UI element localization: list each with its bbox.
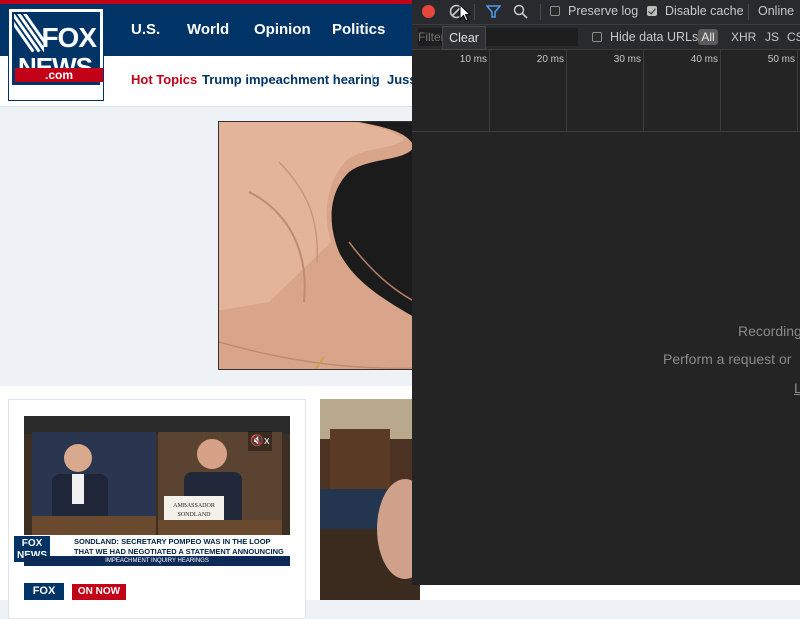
hot-topics-label: Hot Topics	[131, 72, 198, 87]
mute-icon[interactable]: 🔇x	[248, 431, 272, 451]
fox-news-logo[interactable]: FOX NEWS .com	[8, 8, 104, 101]
empty-state-title: Recording	[738, 323, 800, 339]
hearing-room-photo	[320, 399, 420, 600]
preserve-log-label[interactable]: Preserve log	[568, 4, 638, 18]
type-filter-xhr[interactable]: XHR	[731, 29, 756, 45]
timeline-gridline	[489, 50, 490, 131]
empty-state-link[interactable]: L	[794, 380, 800, 396]
search-icon[interactable]	[513, 4, 528, 19]
logo-stripes	[14, 14, 44, 54]
logo-word-fox: FOX	[41, 22, 97, 53]
timeline-tick-label: 20 ms	[536, 54, 564, 65]
throttling-select[interactable]: Online	[758, 4, 794, 18]
side-article-image[interactable]	[320, 399, 420, 600]
mouse-cursor-icon	[459, 4, 471, 22]
on-now-badge: ON NOW	[72, 584, 126, 600]
timeline-gridline	[797, 50, 798, 131]
timeline-tick-label: 50 ms	[767, 54, 795, 65]
hand-photo	[219, 122, 417, 369]
timeline-tick-label: 30 ms	[613, 54, 641, 65]
hot-topic-separator: |	[371, 72, 375, 87]
devtools-network-panel: Preserve log Disable cache Online Hide d…	[412, 0, 800, 585]
disable-cache-checkbox[interactable]	[647, 6, 657, 16]
hot-topic-link[interactable]: Trump impeachment hearing	[202, 72, 380, 87]
fox-logo-small: FOX	[24, 583, 64, 600]
nav-item-world[interactable]: World	[187, 4, 229, 56]
hide-data-urls-label[interactable]: Hide data URLs	[610, 30, 698, 44]
toolbar-divider	[748, 4, 749, 20]
hide-data-urls-checkbox[interactable]	[592, 32, 602, 42]
nav-item-politics[interactable]: Politics	[332, 4, 385, 56]
disable-cache-label[interactable]: Disable cache	[665, 4, 744, 18]
timeline-gridline	[566, 50, 567, 131]
hero-article-image[interactable]	[218, 121, 418, 370]
timeline-gridline	[643, 50, 644, 131]
toolbar-divider	[474, 4, 475, 20]
nav-item-us[interactable]: U.S.	[131, 4, 160, 56]
chyron-strip: IMPEACHMENT INQUIRY HEARINGS	[24, 556, 290, 566]
preserve-log-checkbox[interactable]	[550, 6, 560, 16]
toolbar-divider	[540, 4, 541, 20]
svg-text:AMBASSADOR: AMBASSADOR	[173, 503, 215, 509]
svg-text:SONDLAND: SONDLAND	[178, 512, 212, 518]
timeline-tick-label: 40 ms	[690, 54, 718, 65]
logo-suffix: .com	[15, 68, 103, 82]
empty-state-hint: Perform a request or	[663, 351, 792, 367]
nav-item-opinion[interactable]: Opinion	[254, 4, 311, 56]
clear-tooltip: Clear	[442, 26, 486, 50]
timeline-tick-label: 10 ms	[459, 54, 487, 65]
type-filter-js[interactable]: JS	[765, 29, 779, 45]
type-filter-all[interactable]: All	[698, 29, 718, 45]
type-filter-css[interactable]: CS	[787, 29, 800, 45]
filter-icon[interactable]	[486, 4, 501, 19]
timeline-gridline	[720, 50, 721, 131]
logo-panel: FOX NEWS .com	[12, 12, 103, 85]
record-button[interactable]	[422, 5, 435, 18]
